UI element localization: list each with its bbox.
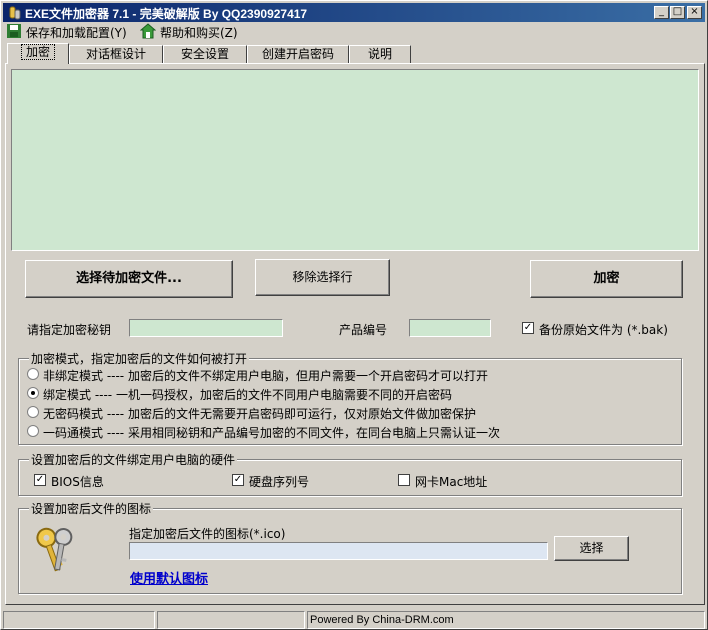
mac-address-label: 网卡Mac地址 bbox=[415, 475, 488, 489]
tab-encrypt-label: 加密 bbox=[20, 44, 55, 60]
menu-bar: 保存和加载配置(Y) 帮助和购买(Z) bbox=[3, 22, 705, 40]
menu-help-buy-label: 帮助和购买(Z) bbox=[160, 26, 238, 40]
close-button[interactable]: × bbox=[687, 6, 702, 19]
remove-selected-button[interactable]: 移除选择行 bbox=[255, 259, 390, 296]
product-id-label: 产品编号 bbox=[339, 323, 388, 337]
menu-help-buy[interactable]: 帮助和购买(Z) bbox=[140, 23, 250, 40]
tab-create-open-password[interactable]: 创建开启密码 bbox=[247, 45, 349, 64]
mode-radio-one-code[interactable] bbox=[27, 425, 39, 437]
status-bar: Powered By China-DRM.com bbox=[3, 610, 707, 629]
title-bar[interactable]: EXE文件加密器 7.1 - 完美破解版 By QQ2390927417 _ □… bbox=[3, 3, 705, 22]
mode-radio-bound[interactable] bbox=[27, 387, 39, 399]
status-pane-2 bbox=[157, 611, 305, 629]
bios-label: BIOS信息 bbox=[51, 475, 104, 489]
hardware-group-title: 设置加密后的文件绑定用户电脑的硬件 bbox=[29, 451, 238, 468]
menu-save-load-config[interactable]: 保存和加载配置(Y) bbox=[6, 23, 132, 40]
use-default-icon-link[interactable]: 使用默认图标 bbox=[130, 568, 208, 587]
mode-radio-unbound[interactable] bbox=[27, 368, 39, 380]
key-input[interactable] bbox=[129, 319, 283, 337]
status-pane-1 bbox=[3, 611, 155, 629]
disk-serial-label: 硬盘序列号 bbox=[249, 475, 310, 489]
product-id-input[interactable] bbox=[409, 319, 491, 337]
window-title: EXE文件加密器 7.1 - 完美破解版 By QQ2390927417 bbox=[25, 7, 308, 21]
save-icon bbox=[7, 24, 21, 38]
mode-label-bound: 绑定模式 ---- 一机一码授权，加密后的文件不同用户电脑需要不同的开启密码 bbox=[43, 388, 452, 402]
bios-checkbox[interactable]: ✓ bbox=[34, 474, 46, 486]
app-keys-icon bbox=[9, 6, 21, 20]
tab-instructions[interactable]: 说明 bbox=[349, 45, 411, 64]
keys-icon bbox=[36, 527, 73, 572]
status-powered-by: Powered By China-DRM.com bbox=[307, 611, 705, 629]
icon-path-prompt: 指定加密后文件的图标(*.ico) bbox=[129, 527, 286, 541]
tab-security-settings[interactable]: 安全设置 bbox=[163, 45, 247, 64]
file-list[interactable] bbox=[11, 69, 699, 251]
mode-radio-no-password[interactable] bbox=[27, 406, 39, 418]
menu-save-load-label: 保存和加载配置(Y) bbox=[26, 26, 127, 40]
disk-serial-checkbox[interactable]: ✓ bbox=[232, 474, 244, 486]
tab-encrypt[interactable]: 加密 bbox=[7, 43, 69, 64]
backup-checkbox[interactable]: ✓ bbox=[522, 322, 534, 334]
tab-strip: 加密 对话框设计 安全设置 创建开启密码 说明 bbox=[5, 43, 705, 64]
mode-group-title: 加密模式，指定加密后的文件如何被打开 bbox=[29, 350, 250, 367]
encrypt-button[interactable]: 加密 bbox=[530, 260, 683, 298]
tab-dialog-design[interactable]: 对话框设计 bbox=[69, 45, 163, 64]
mode-label-one-code: 一码通模式 ---- 采用相同秘钥和产品编号加密的不同文件，在同台电脑上只需认证… bbox=[43, 426, 500, 440]
mode-label-unbound: 非绑定模式 ---- 加密后的文件不绑定用户电脑，但用户需要一个开启密码才可以打… bbox=[43, 369, 488, 383]
backup-label: 备份原始文件为 (*.bak) bbox=[539, 323, 668, 337]
icon-path-input[interactable] bbox=[129, 542, 548, 560]
select-file-button[interactable]: 选择待加密文件... bbox=[25, 260, 233, 298]
mac-address-checkbox[interactable] bbox=[398, 474, 410, 486]
maximize-button[interactable]: □ bbox=[670, 6, 685, 19]
mode-label-no-password: 无密码模式 ---- 加密后的文件无需要开启密码即可运行，仅对原始文件做加密保护 bbox=[43, 407, 476, 421]
minimize-button[interactable]: _ bbox=[654, 6, 669, 19]
main-window: EXE文件加密器 7.1 - 完美破解版 By QQ2390927417 _ □… bbox=[0, 0, 708, 630]
help-icon bbox=[140, 23, 156, 39]
icon-browse-button[interactable]: 选择 bbox=[554, 536, 629, 561]
icon-group-title: 设置加密后文件的图标 bbox=[29, 500, 154, 517]
key-label: 请指定加密秘钥 bbox=[27, 323, 112, 337]
